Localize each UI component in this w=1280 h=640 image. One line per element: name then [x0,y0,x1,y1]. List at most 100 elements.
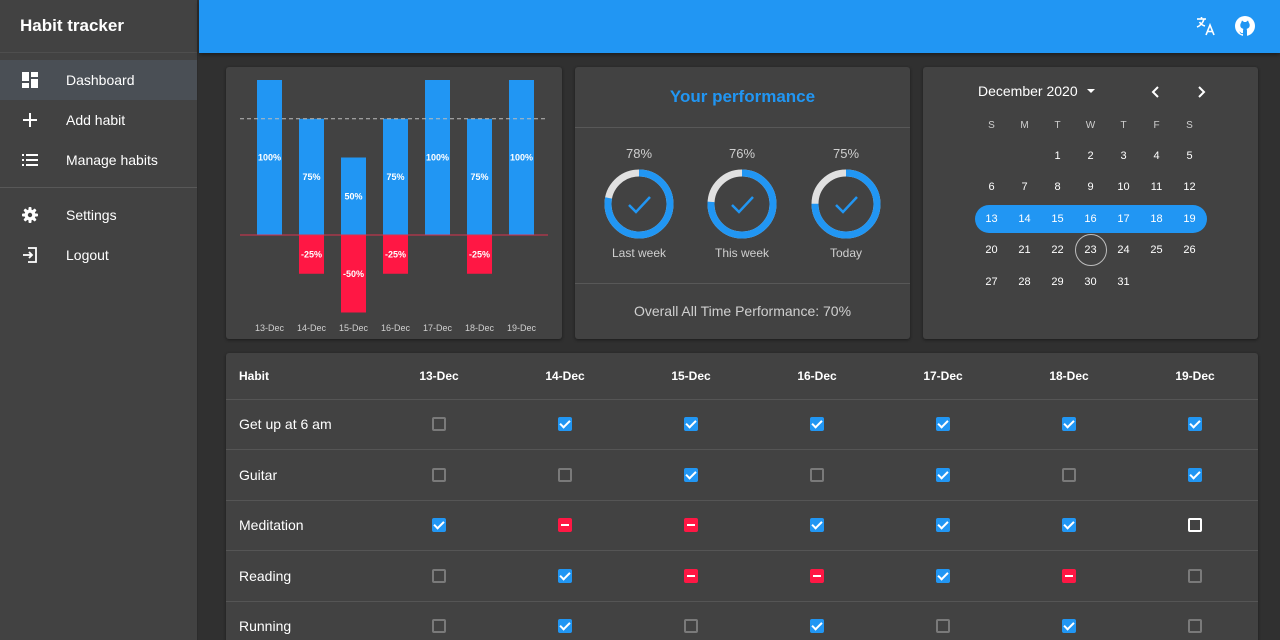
checkbox-unchecked[interactable] [432,568,446,583]
habit-bar-chart: 100% 13-Dec 75% -25% 14-Dec 50% -50% 15-Dec 75% -… [240,80,548,333]
checkbox-checked[interactable] [558,619,572,634]
calendar-day[interactable]: 15 [1041,205,1074,233]
sidebar-item-label: Dashboard [66,72,135,88]
calendar-day[interactable]: 30 [1074,268,1107,296]
checkbox-checked[interactable] [936,417,950,432]
calendar-day[interactable]: 1 [1041,142,1074,170]
sidebar-item-label: Settings [66,207,117,223]
sidebar-item-dashboard[interactable]: Dashboard [0,60,197,100]
calendar-day[interactable]: 4 [1140,142,1173,170]
calendar-day[interactable]: 25 [1140,236,1173,264]
calendar-day[interactable]: 24 [1107,236,1140,264]
github-icon[interactable] [1234,15,1256,37]
calendar-day[interactable]: 8 [1041,173,1074,201]
calendar-week-row: 27 28 29 30 31 [975,266,1206,298]
habit-day-cell [628,550,754,602]
calendar-empty-cell [1008,142,1041,170]
checkbox-failed[interactable] [810,568,824,583]
calendar-day[interactable]: 19 [1173,205,1206,233]
checkbox-checked[interactable] [1062,518,1076,533]
checkbox-unchecked[interactable] [1062,467,1076,482]
calendar-day[interactable]: 16 [1074,205,1107,233]
habit-day-cell [376,449,502,501]
calendar-day[interactable]: 11 [1140,173,1173,201]
calendar-month-selector[interactable]: December 2020 [978,83,1096,99]
checkbox-checked[interactable] [936,467,950,482]
checkbox-unchecked[interactable] [1188,518,1202,533]
calendar-day[interactable]: 7 [1008,173,1041,201]
table-header-row: Habit 13-Dec 14-Dec 15-Dec 16-Dec 17-Dec 18-De… [226,353,1258,400]
checkbox-unchecked[interactable] [432,417,446,432]
checkbox-checked[interactable] [1188,417,1202,432]
calendar-day[interactable]: 13 [975,205,1008,233]
chevron-left-icon[interactable] [1147,83,1165,101]
sidebar-item-add-habit[interactable]: Add habit [0,100,197,140]
checkbox-checked[interactable] [936,568,950,583]
bar-label: 75% [386,172,404,182]
calendar-day[interactable]: 9 [1074,173,1107,201]
chevron-right-icon[interactable] [1192,83,1210,101]
checkbox-unchecked[interactable] [684,619,698,634]
calendar-day[interactable]: 5 [1173,142,1206,170]
habit-day-cell [502,500,628,551]
habit-day-cell [1006,601,1132,640]
tick-label: 16-Dec [381,323,411,333]
checkbox-unchecked[interactable] [1188,619,1202,634]
calendar-day[interactable]: 28 [1008,268,1041,296]
checkbox-checked[interactable] [1062,619,1076,634]
checkbox-checked[interactable] [810,417,824,432]
calendar-day[interactable]: 6 [975,173,1008,201]
checkbox-failed[interactable] [684,568,698,583]
checkbox-checked[interactable] [558,417,572,432]
checkbox-unchecked[interactable] [936,619,950,634]
checkbox-failed[interactable] [558,518,572,533]
checkbox-checked[interactable] [684,467,698,482]
checkbox-checked[interactable] [1188,467,1202,482]
checkbox-unchecked[interactable] [810,467,824,482]
ring-percent: 78% [625,146,653,161]
checkbox-checked[interactable] [810,518,824,533]
calendar-day[interactable]: 26 [1173,236,1206,264]
checkbox-checked[interactable] [432,518,446,533]
calendar-day[interactable]: 21 [1008,236,1041,264]
calendar-day[interactable]: 12 [1173,173,1206,201]
checkbox-checked[interactable] [1062,417,1076,432]
checkbox-checked[interactable] [810,619,824,634]
habit-day-cell [502,399,628,450]
overall-performance: Overall All Time Performance: 70% [633,303,852,319]
translate-icon[interactable] [1195,15,1217,37]
calendar-day[interactable]: 29 [1041,268,1074,296]
calendar-day[interactable]: 10 [1107,173,1140,201]
calendar-day[interactable]: 2 [1074,142,1107,170]
checkbox-checked[interactable] [936,518,950,533]
checkbox-unchecked[interactable] [432,619,446,634]
checkbox-checked[interactable] [684,417,698,432]
calendar-grid: SMTWTFS 1 2 3 4 5 6 7 8 9 10 11 12 13 14 15 16 17 18 19 20 2… [975,112,1207,298]
calendar-day[interactable]: 31 [1107,268,1140,296]
caret-down-icon [1086,89,1095,93]
calendar-day[interactable]: 20 [975,236,1008,264]
calendar-day[interactable]: 18 [1140,205,1173,233]
calendar-day[interactable]: 23 [1074,234,1107,267]
checkbox-unchecked[interactable] [1188,568,1202,583]
checkbox-unchecked[interactable] [432,467,446,482]
calendar-day[interactable]: 3 [1107,142,1140,170]
calendar-day[interactable]: 17 [1107,205,1140,233]
checkbox-failed[interactable] [684,518,698,533]
calendar-day[interactable]: 22 [1041,236,1074,264]
checkbox-failed[interactable] [1062,568,1076,583]
sidebar-item-settings[interactable]: Settings [0,195,197,235]
habits-table: Habit 13-Dec 14-Dec 15-Dec 16-Dec 17-Dec 18-De… [226,353,1258,640]
sidebar-item-manage-habits[interactable]: Manage habits [0,140,197,180]
calendar-week-row: 6 7 8 9 10 11 12 [975,172,1206,204]
calendar-day[interactable]: 27 [975,268,1008,296]
sidebar-item-logout[interactable]: Logout [0,235,197,275]
tick-label: 14-Dec [297,323,327,333]
habit-day-cell [1006,399,1132,450]
bar-label: -25% [385,249,406,259]
checkbox-checked[interactable] [558,568,572,583]
checkbox-unchecked[interactable] [558,467,572,482]
ring-label: Today [829,246,863,260]
calendar-day[interactable]: 14 [1008,205,1041,233]
bar-label: 100% [426,153,449,163]
